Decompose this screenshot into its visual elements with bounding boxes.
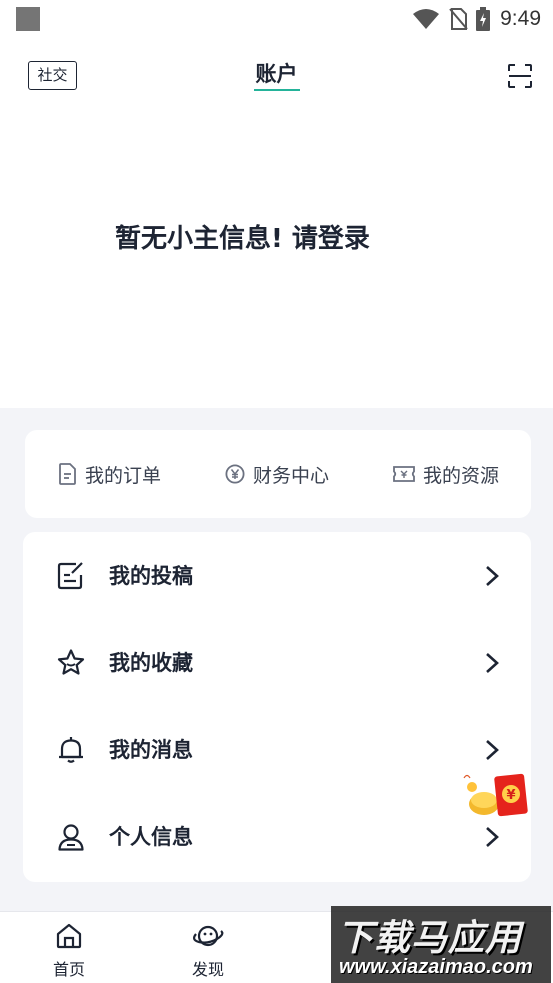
menu-label-messages: 我的消息 — [109, 738, 193, 762]
my-resources-button[interactable]: 我的资源 — [393, 430, 499, 518]
home-icon — [56, 923, 82, 949]
watermark-logo: 下载马应用 www.xiazaimao.com — [331, 906, 551, 983]
top-header: 社交 账户 — [0, 50, 553, 100]
title-underline — [254, 89, 300, 91]
chevron-right-icon — [486, 566, 499, 586]
nav-home-label: 首页 — [52, 960, 85, 979]
edit-note-icon — [57, 562, 83, 590]
menu-label-submissions: 我的投稿 — [109, 564, 193, 588]
bell-icon — [59, 737, 83, 763]
my-resources-label: 我的资源 — [423, 464, 500, 487]
planet-icon — [192, 925, 224, 947]
chevron-right-icon — [486, 740, 499, 760]
scan-icon[interactable] — [506, 62, 534, 90]
my-orders-label: 我的订单 — [85, 464, 162, 487]
user-icon — [58, 824, 84, 851]
menu-label-profile: 个人信息 — [109, 825, 193, 849]
red-envelope-symbol: ¥ — [506, 788, 515, 803]
login-prompt[interactable]: 暂无小主信息! 请登录 — [115, 218, 370, 255]
status-bar: 9:49 — [0, 0, 553, 38]
menu-item-messages[interactable]: 我的消息 — [23, 706, 531, 793]
wifi-icon — [413, 9, 440, 29]
chevron-right-icon — [486, 653, 499, 673]
app-square-icon — [16, 7, 40, 31]
finance-center-button[interactable]: 财务中心 — [225, 430, 329, 518]
quick-actions-card: 我的订单 财务中心 我的资源 — [25, 430, 531, 518]
status-time: 9:49 — [500, 7, 541, 30]
watermark-title: 下载马应用 — [337, 918, 523, 959]
menu-card: 我的投稿 我的收藏 我的消息 个人信息 — [23, 532, 531, 882]
finance-center-label: 财务中心 — [253, 464, 330, 487]
ticket-icon — [393, 466, 415, 482]
nav-discover[interactable]: 发现 — [168, 912, 248, 983]
watermark-url: www.xiazaimao.com — [339, 956, 533, 978]
menu-item-profile[interactable]: 个人信息 — [23, 793, 531, 880]
star-icon — [57, 649, 85, 675]
no-sim-icon — [449, 8, 468, 30]
yen-coin-icon — [225, 464, 245, 484]
nav-home[interactable]: 首页 — [29, 912, 109, 983]
menu-item-favorites[interactable]: 我的收藏 — [23, 619, 531, 706]
nav-discover-label: 发现 — [191, 960, 224, 979]
my-orders-button[interactable]: 我的订单 — [59, 430, 161, 518]
battery-charging-icon — [476, 7, 491, 31]
chevron-right-icon — [486, 827, 499, 847]
page-title: 账户 — [255, 62, 298, 86]
menu-item-submissions[interactable]: 我的投稿 — [23, 532, 531, 619]
menu-label-favorites: 我的收藏 — [109, 651, 193, 675]
order-document-icon — [59, 463, 76, 485]
red-envelope-icon[interactable]: ¥ — [462, 770, 530, 820]
